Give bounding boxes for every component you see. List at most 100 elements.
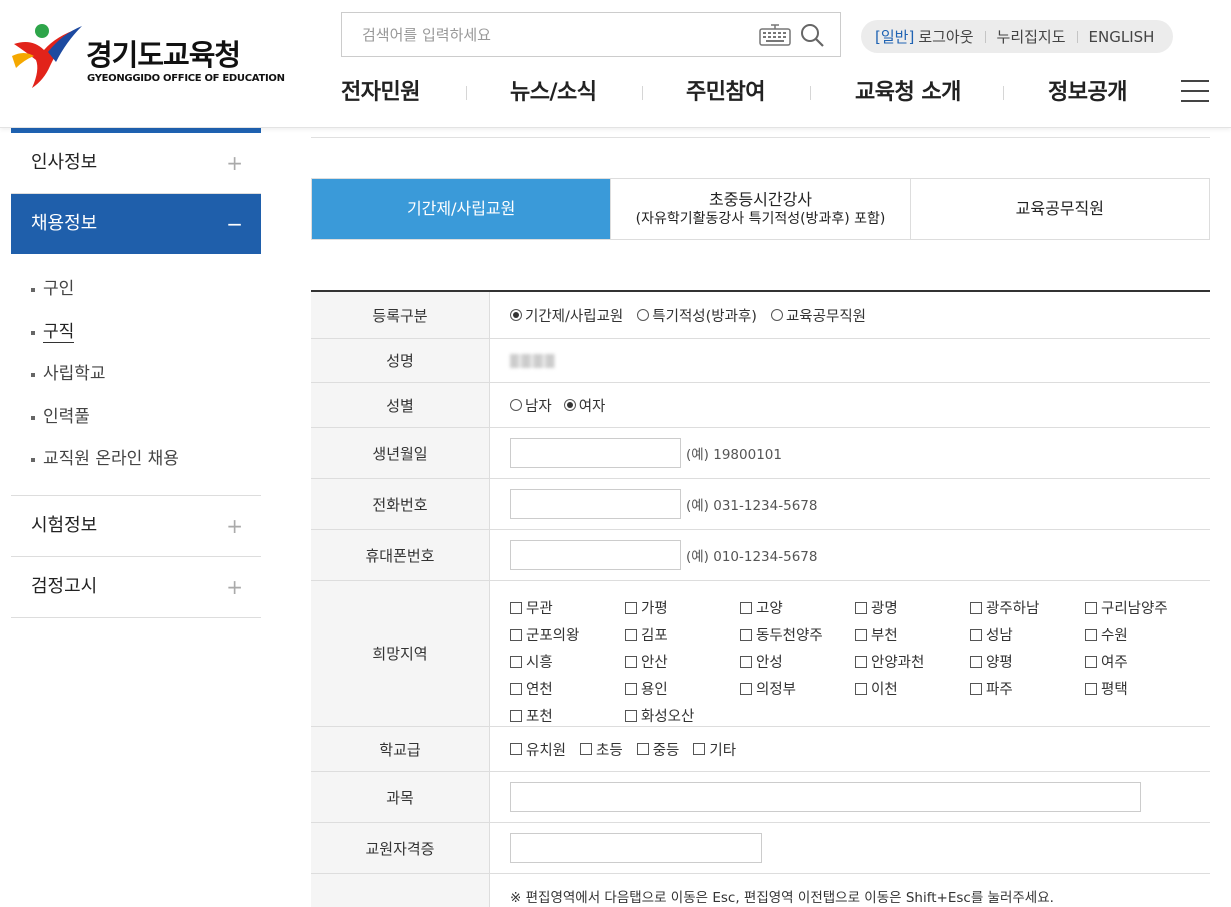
checkbox-box[interactable] <box>1085 655 1097 668</box>
region-checkbox[interactable]: 군포의왕 <box>510 624 625 645</box>
checkbox-box[interactable] <box>970 682 982 695</box>
utility-menu: [일반] 로그아웃 누리집지도 ENGLISH <box>861 20 1173 53</box>
region-checkbox[interactable]: 무관 <box>510 597 625 618</box>
checkbox-box[interactable] <box>855 682 867 695</box>
subject-input[interactable] <box>510 782 1141 812</box>
region-checkbox[interactable]: 광명 <box>855 597 970 618</box>
checkbox-box[interactable] <box>625 682 637 695</box>
region-checkbox[interactable]: 수원 <box>1085 624 1200 645</box>
region-checkbox[interactable]: 의정부 <box>740 678 855 699</box>
checkbox-box[interactable] <box>510 628 522 641</box>
row-school-level: 학교급 유치원 초등 중등 기타 <box>311 727 1210 772</box>
hamburger-menu-icon[interactable] <box>1181 80 1209 104</box>
sidebar-item-ged[interactable]: 검정고시 + <box>11 557 261 618</box>
checkbox-box[interactable] <box>970 628 982 641</box>
checkbox-box[interactable] <box>625 601 637 614</box>
checkbox-box[interactable] <box>740 601 752 614</box>
region-checkbox[interactable]: 용인 <box>625 678 740 699</box>
nav-item-about[interactable]: 교육청 소개 <box>855 74 961 106</box>
region-checkbox[interactable]: 구리남양주 <box>1085 597 1200 618</box>
radio-contract-teacher[interactable]: 기간제/사립교원 <box>510 305 623 326</box>
region-checkbox[interactable]: 광주하남 <box>970 597 1085 618</box>
region-checkbox[interactable]: 안양과천 <box>855 651 970 672</box>
checkbox-box[interactable] <box>970 601 982 614</box>
sidebar-item-recruitment[interactable]: 채용정보 − <box>11 194 261 254</box>
checkbox-box[interactable] <box>1085 601 1097 614</box>
region-checkbox-label: 파주 <box>986 682 1013 698</box>
checkbox-box[interactable] <box>510 601 522 614</box>
checkbox-box[interactable] <box>855 655 867 668</box>
checkbox-box[interactable] <box>510 682 522 695</box>
region-checkbox[interactable]: 이천 <box>855 678 970 699</box>
site-logo[interactable]: 경기도교육청 GYEONGGIDO OFFICE OF EDUCATION <box>10 22 285 92</box>
tab-part-time-lecturer[interactable]: 초중등시간강사 (자유학기활동강사 특기적성(방과후) 포함) <box>611 179 911 239</box>
submenu-item-private-school[interactable]: 사립학교 <box>31 353 261 396</box>
region-checkbox[interactable]: 부천 <box>855 624 970 645</box>
sidebar-item-label: 인사정보 <box>31 152 98 173</box>
checkbox-box[interactable] <box>510 655 522 668</box>
search-box <box>341 12 841 57</box>
region-checkbox[interactable]: 파주 <box>970 678 1085 699</box>
region-checkbox[interactable]: 고양 <box>740 597 855 618</box>
sidebar-item-exam[interactable]: 시험정보 + <box>11 496 261 557</box>
checkbox-kindergarten[interactable]: 유치원 <box>510 739 566 760</box>
region-checkbox[interactable]: 시흥 <box>510 651 625 672</box>
search-icon[interactable] <box>799 22 825 48</box>
english-link[interactable]: ENGLISH <box>1089 28 1155 46</box>
region-checkbox[interactable]: 동두천양주 <box>740 624 855 645</box>
checkbox-box[interactable] <box>740 628 752 641</box>
tab-education-staff[interactable]: 교육공무직원 <box>911 179 1209 239</box>
region-checkbox[interactable]: 안산 <box>625 651 740 672</box>
checkbox-elementary[interactable]: 초등 <box>580 739 623 760</box>
checkbox-box[interactable] <box>1085 628 1097 641</box>
license-input[interactable] <box>510 833 762 863</box>
region-checkbox[interactable]: 안성 <box>740 651 855 672</box>
birthdate-input[interactable] <box>510 438 681 468</box>
radio-after-school[interactable]: 특기적성(방과후) <box>637 305 757 326</box>
region-checkbox[interactable]: 가평 <box>625 597 740 618</box>
region-checkbox[interactable]: 김포 <box>625 624 740 645</box>
nav-item-disclosure[interactable]: 정보공개 <box>1048 74 1127 106</box>
nav-item-civil-service[interactable]: 전자민원 <box>341 74 420 106</box>
sidebar-item-personnel[interactable]: 인사정보 + <box>11 133 261 194</box>
region-checkbox[interactable]: 연천 <box>510 678 625 699</box>
expand-icon[interactable]: + <box>226 496 243 556</box>
radio-education-staff[interactable]: 교육공무직원 <box>770 305 866 326</box>
region-checkbox[interactable]: 화성오산 <box>625 705 740 726</box>
keyboard-icon[interactable] <box>759 23 791 47</box>
region-checkbox[interactable]: 포천 <box>510 705 625 726</box>
mobile-input[interactable] <box>510 540 681 570</box>
checkbox-box[interactable] <box>1085 682 1097 695</box>
radio-male[interactable]: 남자 <box>510 395 552 416</box>
checkbox-secondary[interactable]: 중등 <box>636 739 679 760</box>
sitemap-link[interactable]: 누리집지도 <box>997 26 1066 47</box>
phone-input[interactable] <box>510 489 681 519</box>
region-checkbox[interactable]: 평택 <box>1085 678 1200 699</box>
radio-female[interactable]: 여자 <box>563 395 605 416</box>
region-checkbox[interactable]: 여주 <box>1085 651 1200 672</box>
submenu-item-talent-pool[interactable]: 인력풀 <box>31 396 261 439</box>
checkbox-box[interactable] <box>855 601 867 614</box>
tab-contract-teacher[interactable]: 기간제/사립교원 <box>312 179 612 239</box>
region-checkbox[interactable]: 성남 <box>970 624 1085 645</box>
checkbox-box[interactable] <box>625 628 637 641</box>
checkbox-box[interactable] <box>855 628 867 641</box>
expand-icon[interactable]: + <box>226 133 243 193</box>
search-input[interactable] <box>342 13 742 56</box>
checkbox-other[interactable]: 기타 <box>693 739 736 760</box>
checkbox-box[interactable] <box>625 709 637 722</box>
checkbox-box[interactable] <box>740 655 752 668</box>
submenu-item-online-recruit[interactable]: 교직원 온라인 채용 <box>31 438 261 481</box>
checkbox-box[interactable] <box>970 655 982 668</box>
expand-icon[interactable]: + <box>226 557 243 617</box>
nav-item-participation[interactable]: 주민참여 <box>686 74 765 106</box>
logout-link[interactable]: 로그아웃 <box>918 26 973 47</box>
nav-item-news[interactable]: 뉴스/소식 <box>510 74 597 106</box>
region-checkbox[interactable]: 양평 <box>970 651 1085 672</box>
submenu-item-job-offer[interactable]: 구인 <box>31 268 261 311</box>
checkbox-box[interactable] <box>625 655 637 668</box>
collapse-icon[interactable]: − <box>226 194 243 254</box>
checkbox-box[interactable] <box>740 682 752 695</box>
checkbox-box[interactable] <box>510 709 522 722</box>
submenu-item-job-seek[interactable]: 구직 <box>31 311 261 354</box>
